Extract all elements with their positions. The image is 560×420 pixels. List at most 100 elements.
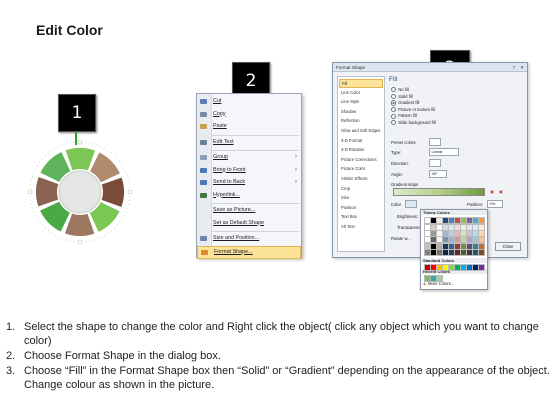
submenu-arrow-icon: › xyxy=(295,179,297,185)
color-swatch[interactable] xyxy=(478,217,485,224)
selection-handle[interactable] xyxy=(77,239,83,245)
context-menu-item[interactable]: Size and Position... xyxy=(197,233,301,244)
instruction-step: 1. Select the shape to change the color a… xyxy=(6,320,554,348)
gradient-stops-label: Gradient stops xyxy=(391,182,419,187)
color-button[interactable] xyxy=(405,200,417,208)
fill-option-radio[interactable]: Slide background fill xyxy=(391,120,436,126)
dialog-nav-item[interactable]: Picture Corrections xyxy=(341,156,377,163)
context-menu-item[interactable]: Copy xyxy=(197,109,301,120)
fill-option-label: Pattern fill xyxy=(398,113,417,119)
context-menu-label: Bring to Front xyxy=(213,166,246,173)
direction-label: Direction: xyxy=(391,161,409,166)
step-text: Choose “Fill” in the Format Shape box th… xyxy=(24,365,550,391)
step-text: Choose Format Shape in the dialog box. xyxy=(24,350,221,362)
angle-input[interactable]: 45° xyxy=(429,170,447,178)
color-swatch[interactable] xyxy=(478,248,485,256)
context-menu-item[interactable]: Bring to Front › xyxy=(197,165,301,176)
dialog-nav-item[interactable]: Size xyxy=(341,194,349,201)
edit-text-icon xyxy=(200,139,207,145)
remove-stop-icon[interactable]: ▣ xyxy=(499,189,503,194)
context-menu-item[interactable]: Send to Back › xyxy=(197,177,301,188)
radio-icon xyxy=(391,93,397,100)
donut-segment[interactable] xyxy=(35,176,59,207)
context-menu-label: Paste xyxy=(213,123,227,129)
dialog-nav-item[interactable]: Artistic Effects xyxy=(341,175,367,182)
close-button[interactable]: Close xyxy=(495,242,521,251)
step-number: 1. xyxy=(6,321,16,333)
instruction-step: 3. Choose “Fill” in the Format Shape box … xyxy=(6,364,554,392)
color-swatch[interactable] xyxy=(478,264,485,271)
dialog-nav-item[interactable]: Reflection xyxy=(341,117,360,124)
add-stop-icon[interactable]: ▣ xyxy=(490,189,494,194)
donut-segment[interactable] xyxy=(65,148,96,171)
radio-icon xyxy=(391,87,397,93)
step-badge-1: 1 xyxy=(58,94,96,132)
dialog-nav-item[interactable]: Fill xyxy=(339,79,383,88)
dialog-nav-item[interactable]: Alt Text xyxy=(341,223,355,230)
dialog-nav-item[interactable]: Crop xyxy=(341,185,350,192)
context-menu-item[interactable]: Cut xyxy=(197,96,301,107)
fill-section-title: Fill xyxy=(389,76,398,83)
radio-icon xyxy=(391,107,397,113)
context-menu-label: Hyperlink... xyxy=(213,191,240,198)
dialog-nav-item[interactable]: Picture Color xyxy=(341,165,365,172)
angle-label: Angle: xyxy=(391,172,403,177)
help-icon[interactable]: ? xyxy=(512,65,515,70)
preset-colors-dropdown[interactable] xyxy=(429,138,441,146)
fill-option-label: Picture or texture fill xyxy=(398,106,436,112)
position-label: Position: xyxy=(467,202,484,207)
context-menu-item[interactable]: Edit Text xyxy=(197,137,301,148)
instruction-list: 1. Select the shape to change the color a… xyxy=(6,320,554,393)
context-menu-item[interactable]: Format Shape... xyxy=(197,245,301,259)
donut-center[interactable] xyxy=(58,170,102,214)
fill-option-label: Slide background fill xyxy=(398,120,436,125)
rotate-with-shape-checkbox[interactable]: Rotate w... xyxy=(391,236,411,241)
context-menu-item[interactable]: Group › xyxy=(197,152,301,163)
fill-option-radio[interactable]: Picture or texture fill xyxy=(391,106,436,113)
direction-dropdown[interactable] xyxy=(429,159,441,167)
menu-separator xyxy=(212,231,299,232)
dialog-nav-item[interactable]: Position xyxy=(341,204,356,211)
fill-option-radio[interactable]: Gradient fill xyxy=(391,100,419,106)
standard-colors-header: Standard Colors xyxy=(421,258,487,263)
instruction-step: 2. Choose Format Shape in the dialog box. xyxy=(6,349,554,363)
dialog-nav-item[interactable]: 3-D Format xyxy=(341,137,362,144)
context-menu-item[interactable]: Paste xyxy=(197,121,301,132)
donut-segment[interactable] xyxy=(64,213,95,236)
context-menu-label: Copy xyxy=(213,110,226,117)
type-dropdown[interactable]: Linear xyxy=(429,148,459,156)
fill-option-radio[interactable]: Solid fill xyxy=(391,93,413,100)
step-text: Select the shape to change the color and… xyxy=(24,321,539,347)
dialog-nav-item[interactable]: 3-D Rotation xyxy=(341,146,365,153)
brightness-label: Brightness: xyxy=(397,214,418,219)
close-icon[interactable]: ✕ xyxy=(520,65,524,71)
type-label: Type: xyxy=(391,150,402,155)
fill-option-radio[interactable]: No fill xyxy=(391,87,409,93)
dialog-nav-item[interactable]: Glow and Soft Edges xyxy=(341,127,380,134)
position-input[interactable]: 0% xyxy=(487,200,503,208)
fill-option-label: No fill xyxy=(398,87,409,92)
fill-option-radio[interactable]: Pattern fill xyxy=(391,113,417,119)
menu-separator xyxy=(212,134,299,136)
dialog-nav-item[interactable]: Line Color xyxy=(341,89,360,96)
gradient-stops-bar[interactable] xyxy=(393,188,485,196)
dialog-nav-item[interactable]: Shadow xyxy=(341,108,356,115)
donut-shape[interactable] xyxy=(20,140,140,250)
dialog-nav-item[interactable]: Line Style xyxy=(341,98,359,105)
context-menu-label: Edit Text xyxy=(213,138,234,145)
selection-handle[interactable] xyxy=(77,140,83,145)
paste-icon xyxy=(200,124,207,129)
group-icon xyxy=(200,155,207,160)
step-number: 2. xyxy=(6,350,16,362)
context-menu-item[interactable]: Hyperlink... xyxy=(197,190,301,201)
selection-handle[interactable] xyxy=(27,189,33,195)
context-menu-label: Size and Position... xyxy=(213,235,260,241)
send-back-icon xyxy=(200,180,207,185)
context-menu-item[interactable]: Save as Picture... xyxy=(197,205,301,216)
color-swatch[interactable] xyxy=(436,275,443,282)
dialog-nav-item[interactable]: Text Box xyxy=(341,213,357,220)
selection-handle[interactable] xyxy=(127,189,133,195)
context-menu-item[interactable]: Set as Default Shape xyxy=(197,218,301,229)
color-label: Color xyxy=(391,202,402,207)
donut-segment[interactable] xyxy=(101,177,124,208)
